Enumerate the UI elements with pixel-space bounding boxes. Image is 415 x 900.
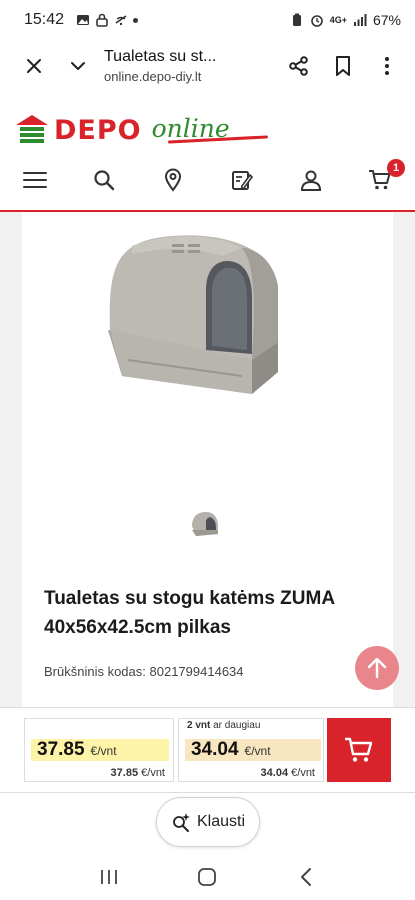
recent-apps-button[interactable] [89, 862, 129, 892]
back-button[interactable] [286, 862, 326, 892]
shopping-list-button[interactable] [227, 165, 257, 195]
product-title: Tualetas su stogu katėms ZUMA 40x56x42.5… [44, 588, 335, 638]
bookmark-icon [336, 56, 350, 76]
price-bar: 37.85 €/vnt 37.85 €/vnt 2 vnt ar daugiau… [0, 707, 415, 793]
collapse-button[interactable] [56, 44, 100, 88]
single-price-unit: €/vnt [90, 744, 117, 758]
single-price-box[interactable]: 37.85 €/vnt 37.85 €/vnt [24, 718, 174, 782]
single-sub-price: 37.85 €/vnt [111, 767, 165, 779]
menu-icon [23, 172, 47, 188]
bulk-price-unit: €/vnt [244, 744, 271, 758]
ask-button-label: Klausti [196, 813, 246, 830]
arrow-up-icon [367, 657, 387, 679]
cart-count-badge: 1 [387, 159, 405, 177]
add-to-cart-button[interactable] [327, 718, 391, 782]
bulk-label: 2 vnt ar daugiau [187, 720, 260, 731]
share-icon [289, 56, 308, 76]
share-button[interactable] [277, 44, 321, 88]
bulk-qty: 2 vnt [187, 720, 211, 731]
site-header: DEPO online 1 [0, 100, 415, 212]
product-image[interactable] [102, 226, 302, 406]
more-menu-button[interactable] [365, 44, 409, 88]
cart-icon [345, 737, 373, 762]
status-bar: 15:42 4G+ 67% [0, 0, 415, 40]
bulk-sub-price-value: 34.04 [260, 767, 289, 779]
alarm-icon [310, 15, 323, 27]
more-notifications-icon [133, 17, 139, 23]
scroll-to-top-button[interactable] [355, 646, 399, 690]
browser-toolbar: Tualetas su st... online.depo-diy.lt [0, 40, 415, 92]
ask-button[interactable]: Klausti [156, 797, 260, 847]
barcode-info: Brūkšninis kodas: 8021799414634 [44, 664, 244, 679]
chevron-down-icon [71, 62, 85, 70]
site-nav: 1 [0, 159, 415, 198]
gallery-icon [77, 15, 90, 25]
location-icon [164, 168, 182, 192]
barcode-value: 8021799414634 [149, 664, 244, 679]
notification-icons [76, 13, 139, 27]
bulk-price-box[interactable]: 2 vnt ar daugiau 34.04 €/vnt 34.04 €/vnt [178, 718, 324, 782]
bulk-price-highlight: 34.04 €/vnt [185, 739, 321, 761]
lock-icon [96, 13, 108, 27]
battery-level: 67% [372, 12, 401, 28]
ask-sparkle-search-icon [173, 813, 190, 832]
page-url: online.depo-diy.lt [104, 69, 202, 84]
single-sub-price-unit: €/vnt [141, 767, 165, 779]
house-logo-icon [16, 115, 48, 143]
bulk-price: 34.04 [191, 739, 239, 760]
depo-logo[interactable]: DEPO online [16, 110, 230, 150]
home-button[interactable] [187, 862, 227, 892]
ask-area: Klausti [0, 793, 415, 853]
status-time: 15:42 [24, 11, 65, 28]
back-chevron-icon [300, 867, 311, 886]
bulk-qty-rest: ar daugiau [213, 720, 261, 731]
home-icon [198, 867, 217, 886]
search-icon [94, 170, 115, 191]
bulk-sub-price: 34.04 €/vnt [261, 767, 315, 779]
more-vertical-icon [385, 57, 389, 75]
page-title: Tualetas su st... [104, 48, 217, 65]
signal-icon [353, 14, 367, 26]
product-card: Tualetas su stogu katėms ZUMA 40x56x42.5… [22, 212, 393, 707]
network-type: 4G+ [329, 15, 347, 25]
recent-apps-icon [101, 869, 118, 884]
single-price-highlight: 37.85 €/vnt [31, 739, 169, 761]
battery-saver-icon [292, 13, 301, 26]
android-nav-bar [0, 853, 415, 900]
single-price: 37.85 [37, 739, 85, 760]
product-area: Tualetas su stogu katėms ZUMA 40x56x42.5… [0, 212, 415, 707]
store-locator-button[interactable] [158, 165, 188, 195]
close-icon [27, 59, 41, 73]
menu-button[interactable] [20, 165, 50, 195]
close-tab-button[interactable] [12, 44, 56, 88]
cart-button[interactable]: 1 [365, 159, 405, 195]
bookmark-button[interactable] [321, 44, 365, 88]
account-button[interactable] [296, 165, 326, 195]
search-button[interactable] [89, 165, 119, 195]
product-thumbnail[interactable] [184, 504, 224, 544]
note-edit-icon [232, 171, 253, 190]
bulk-sub-price-unit: €/vnt [291, 767, 315, 779]
wifi-off-icon [115, 15, 127, 26]
logo-brand: DEPO [54, 114, 142, 146]
single-sub-price-value: 37.85 [110, 767, 139, 779]
user-icon [300, 170, 322, 191]
page-info[interactable]: Tualetas su st... online.depo-diy.lt [100, 48, 277, 84]
barcode-label: Brūkšninis kodas: [44, 664, 146, 679]
